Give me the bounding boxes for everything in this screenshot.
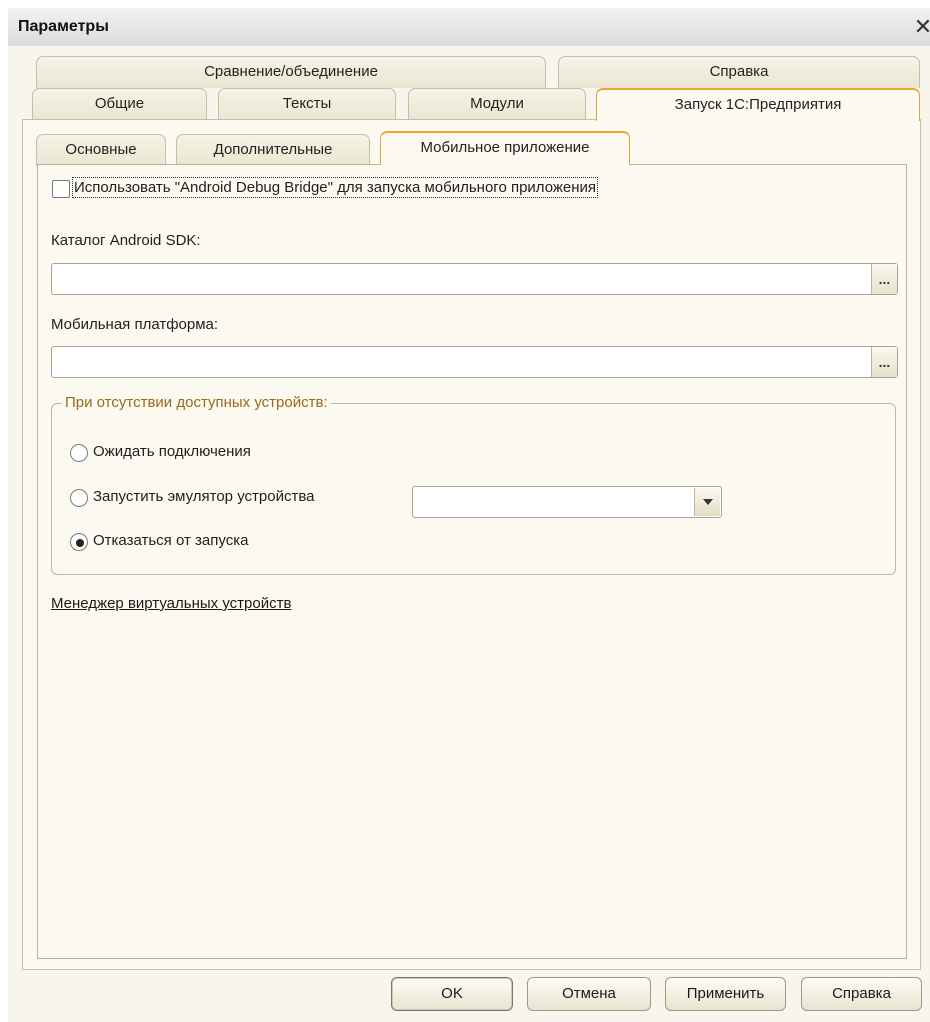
sdk-label: Каталог Android SDK: xyxy=(51,232,201,249)
platform-path-input[interactable]: ... xyxy=(51,346,898,378)
tab-label: Мобильное приложение xyxy=(420,139,590,156)
subtab-additional[interactable]: Дополнительные xyxy=(176,134,370,166)
tab-texts[interactable]: Тексты xyxy=(218,88,396,120)
radio-wait-connection[interactable] xyxy=(70,444,88,462)
radio-refuse-launch-label[interactable]: Отказаться от запуска xyxy=(93,532,248,549)
help-button[interactable]: Справка xyxy=(801,977,922,1011)
cancel-button[interactable]: Отмена xyxy=(527,977,651,1011)
tab-help[interactable]: Справка xyxy=(558,56,920,88)
tab-label: Запуск 1С:Предприятия xyxy=(674,96,842,113)
platform-browse-button[interactable]: ... xyxy=(871,347,897,377)
subtab-mobile-app[interactable]: Мобильное приложение xyxy=(380,131,630,165)
tab-label: Тексты xyxy=(282,95,332,112)
close-icon[interactable]: ✕ xyxy=(910,15,930,41)
ok-button[interactable]: OK xyxy=(391,977,513,1011)
tab-label: Модули xyxy=(470,95,524,112)
sdk-browse-button[interactable]: ... xyxy=(871,264,897,294)
radio-refuse-launch[interactable] xyxy=(70,533,88,551)
tab-modules[interactable]: Модули xyxy=(408,88,586,120)
tab-general[interactable]: Общие xyxy=(32,88,207,120)
tab-label: Сравнение/объединение xyxy=(204,63,378,80)
window-title: Параметры xyxy=(18,18,109,35)
title-bar: Параметры ✕ xyxy=(8,8,930,46)
group-title: При отсутствии доступных устройств: xyxy=(62,394,331,411)
virtual-devices-manager-link[interactable]: Менеджер виртуальных устройств xyxy=(51,595,291,612)
sdk-path-input[interactable]: ... xyxy=(51,263,898,295)
subtab-basic[interactable]: Основные xyxy=(36,134,166,166)
chevron-down-icon xyxy=(703,499,713,505)
tab-label: Общие xyxy=(94,95,145,112)
radio-wait-connection-label[interactable]: Ожидать подключения xyxy=(93,443,251,460)
radio-start-emulator[interactable] xyxy=(70,489,88,507)
emulator-dropdown-button[interactable] xyxy=(694,488,720,516)
tab-label: Основные xyxy=(65,141,137,158)
adb-checkbox[interactable] xyxy=(52,180,70,198)
tab-label: Дополнительные xyxy=(213,141,333,158)
tab-label: Справка xyxy=(709,63,769,80)
sdk-path-field[interactable] xyxy=(56,267,870,293)
platform-path-field[interactable] xyxy=(56,350,870,376)
apply-button[interactable]: Применить xyxy=(665,977,786,1011)
adb-checkbox-label[interactable]: Использовать "Android Debug Bridge" для … xyxy=(71,177,599,198)
radio-selected-dot xyxy=(76,539,84,547)
tab-launch-enterprise[interactable]: Запуск 1С:Предприятия xyxy=(596,88,920,121)
radio-start-emulator-label[interactable]: Запустить эмулятор устройства xyxy=(93,488,314,505)
tab-compare-merge[interactable]: Сравнение/объединение xyxy=(36,56,546,88)
platform-label: Мобильная платформа: xyxy=(51,316,219,333)
emulator-select[interactable] xyxy=(412,486,722,518)
